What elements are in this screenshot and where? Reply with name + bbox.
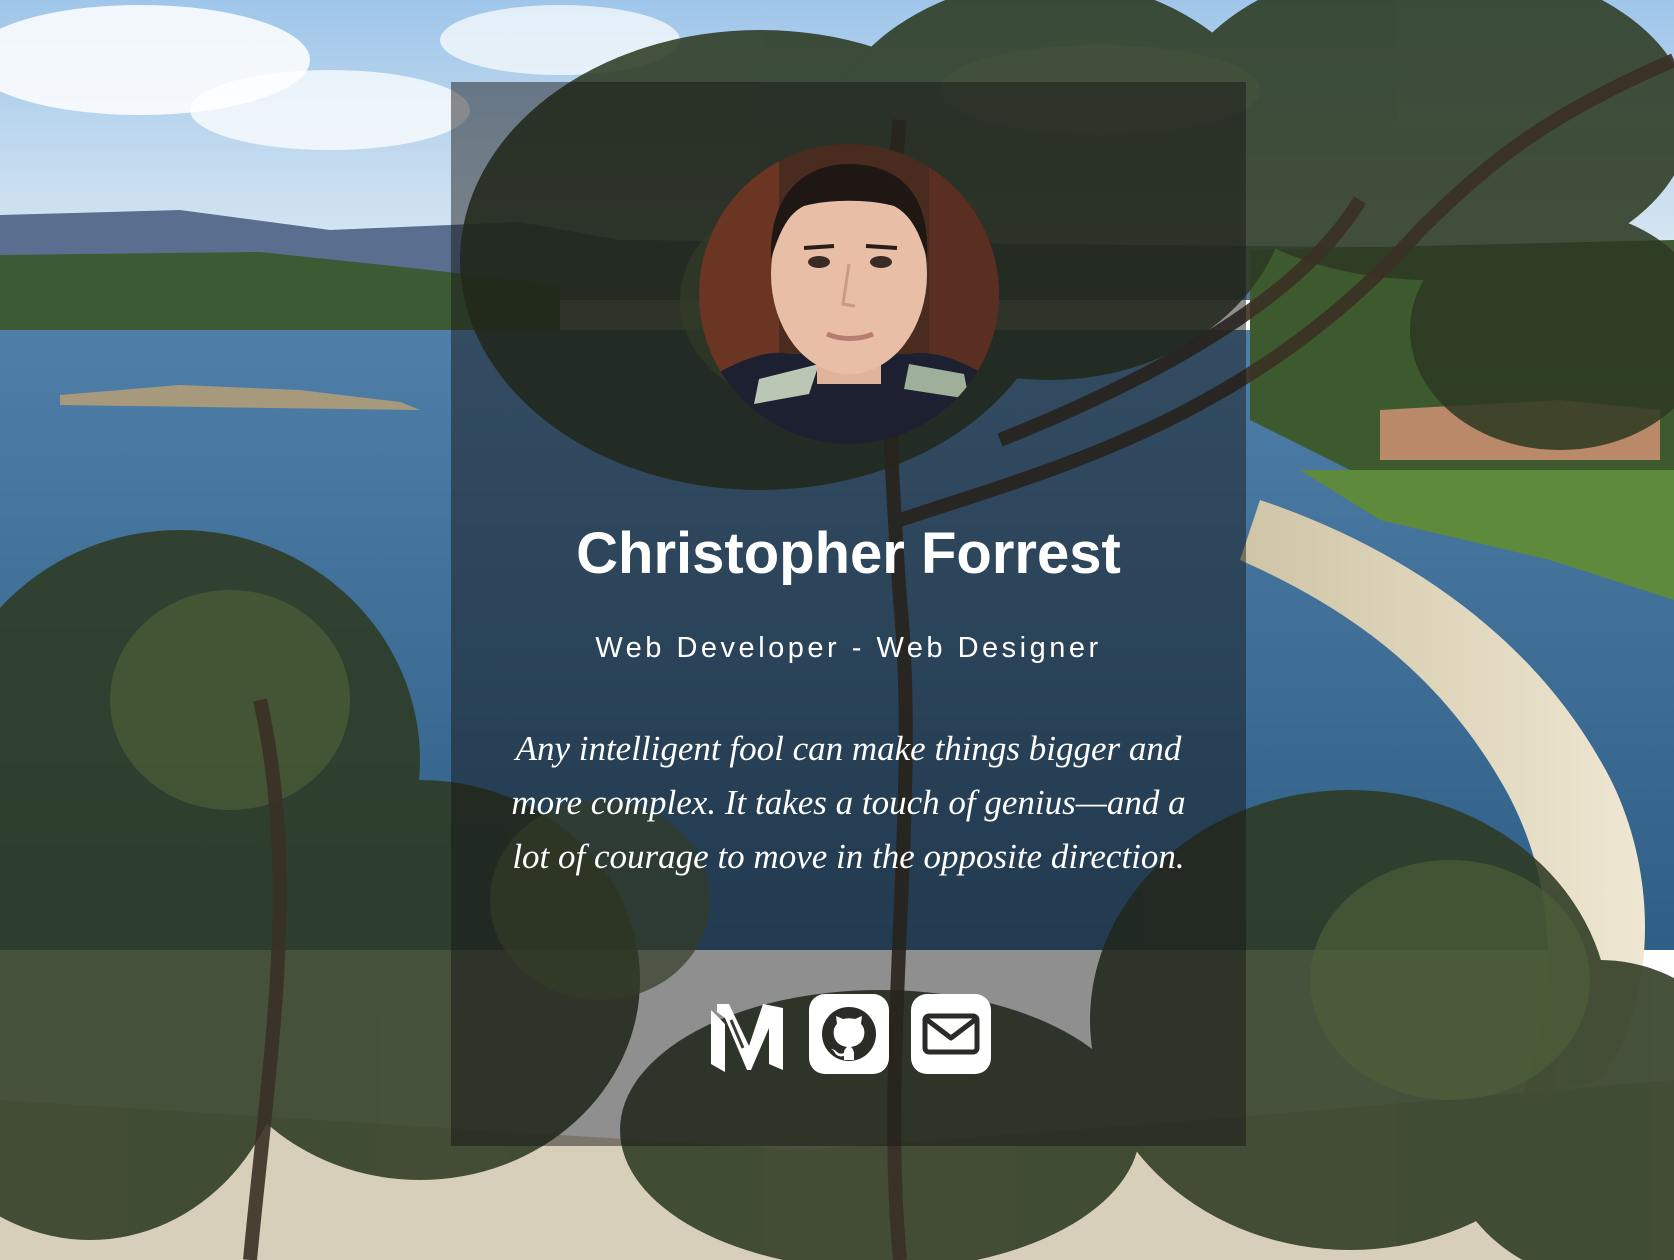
profile-quote: Any intelligent fool can make things big… [511, 729, 1186, 876]
medium-link[interactable] [707, 994, 787, 1074]
profile-page: Christopher Forrest Web Developer - Web … [0, 0, 1674, 1260]
github-link[interactable] [808, 994, 889, 1074]
social-links [451, 994, 1246, 1074]
profile-role: Web Developer - Web Designer [595, 632, 1102, 664]
medium-icon [710, 1004, 783, 1072]
github-icon [808, 994, 889, 1074]
profile-card: Christopher Forrest Web Developer - Web … [451, 82, 1246, 1146]
profile-photo [699, 144, 999, 444]
mail-icon [910, 994, 991, 1074]
profile-name: Christopher Forrest [576, 521, 1121, 586]
email-link[interactable] [910, 994, 991, 1074]
profile-avatar [699, 144, 999, 444]
